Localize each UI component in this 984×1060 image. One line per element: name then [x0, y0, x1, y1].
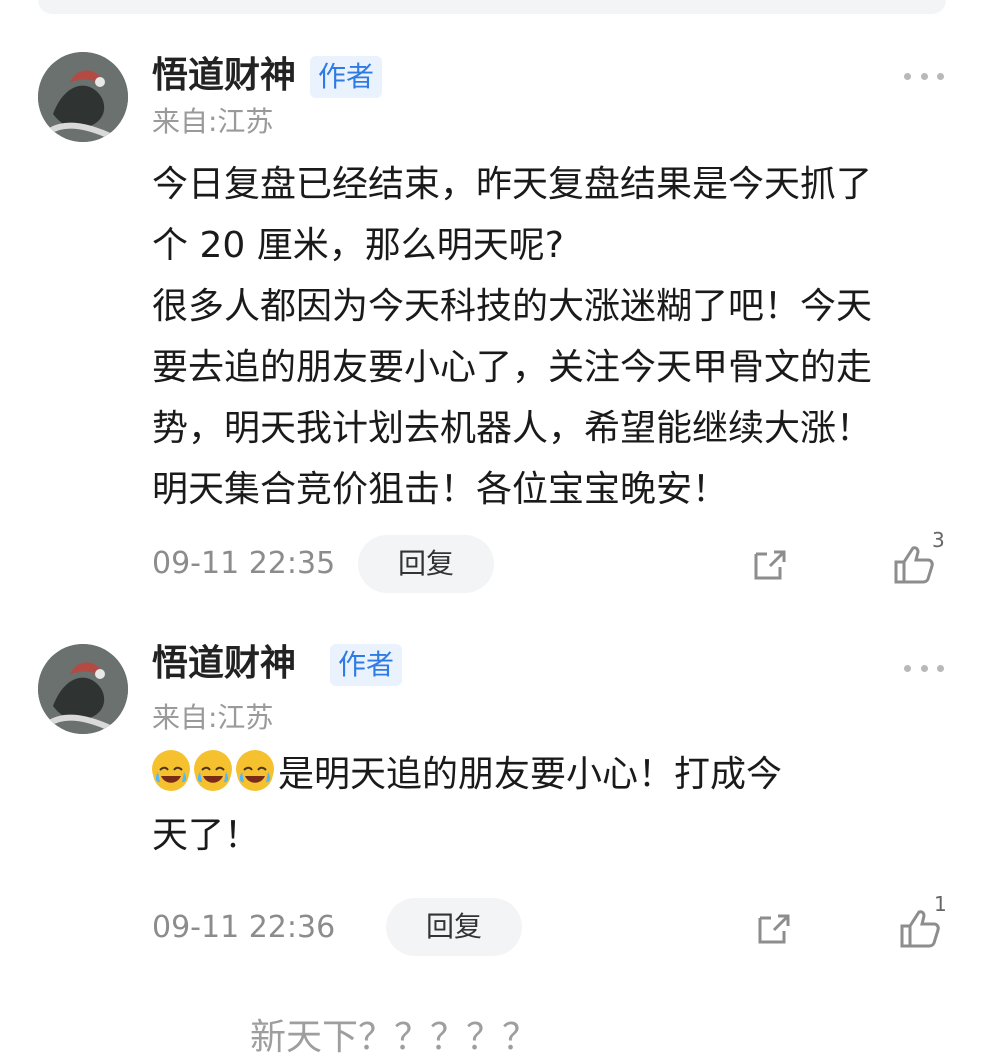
- location-label: 来自:江苏: [152, 105, 274, 138]
- comment-line: 个 20 厘米，那么明天呢?: [152, 225, 564, 266]
- comment-line-text: 是明天追的朋友要小心！打成今: [278, 754, 783, 795]
- share-icon[interactable]: [752, 906, 796, 950]
- like-count: 3: [932, 528, 945, 552]
- location-label: 来自:江苏: [152, 701, 274, 734]
- author-badge: 作者: [330, 644, 403, 686]
- crying-laughing-emoji: [194, 750, 232, 791]
- comment-line: 要去追的朋友要小心了，关注今天甲骨文的走: [152, 347, 873, 388]
- timestamp: 09-11 22:35: [152, 546, 336, 581]
- footer-text: 新天下？？？？？: [250, 1017, 539, 1058]
- comment-line: 是明天追的朋友要小心！打成今: [152, 744, 942, 805]
- like-count: 1: [934, 892, 947, 916]
- reply-button[interactable]: 回复: [386, 898, 522, 956]
- avatar[interactable]: [38, 52, 128, 142]
- more-icon[interactable]: [904, 662, 944, 674]
- comment-line: 很多人都因为今天科技的大涨迷糊了吧！今天: [152, 286, 873, 327]
- avatar-image: [38, 52, 128, 142]
- crying-laughing-emoji: [152, 750, 190, 791]
- avatar[interactable]: [38, 644, 128, 734]
- timestamp: 09-11 22:36: [152, 910, 336, 945]
- comment-line: 天了！: [152, 815, 261, 856]
- avatar-image: [38, 644, 128, 734]
- comment-content: 今日复盘已经结束，昨天复盘结果是今天抓了 个 20 厘米，那么明天呢? 很多人都…: [152, 154, 942, 520]
- author-badge: 作者: [310, 56, 383, 98]
- share-icon[interactable]: [748, 542, 792, 586]
- crying-laughing-emoji: [236, 750, 274, 791]
- comment-line: 势，明天我计划去机器人，希望能继续大涨！: [152, 408, 873, 449]
- more-icon[interactable]: [904, 70, 944, 82]
- top-card-edge: [38, 0, 946, 14]
- reply-button[interactable]: 回复: [358, 535, 494, 593]
- comment-line: 明天集合竞价狙击！各位宝宝晚安！: [152, 469, 729, 510]
- comment-line: 今日复盘已经结束，昨天复盘结果是今天抓了: [152, 164, 873, 205]
- author-name[interactable]: 悟道财神: [152, 54, 296, 98]
- author-name[interactable]: 悟道财神: [152, 642, 296, 686]
- like-icon[interactable]: [890, 540, 938, 588]
- comment-content: 是明天追的朋友要小心！打成今 天了！: [152, 744, 942, 866]
